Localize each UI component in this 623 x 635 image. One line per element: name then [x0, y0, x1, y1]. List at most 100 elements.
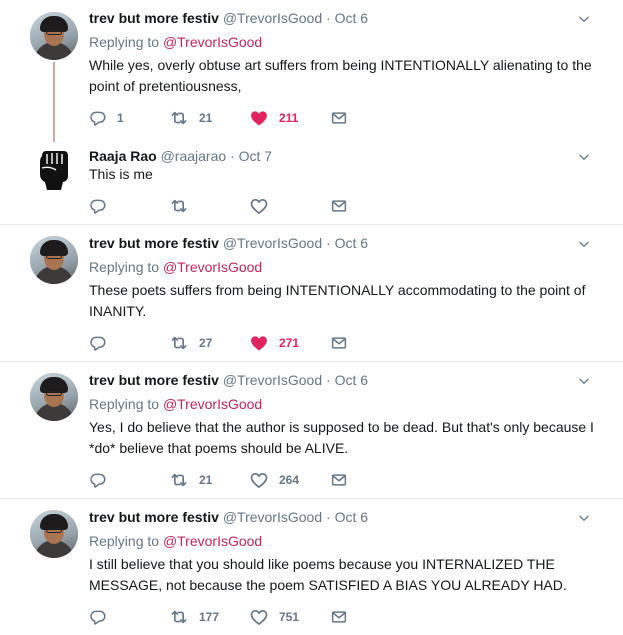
tweet-actions: 1 21 211	[89, 108, 389, 128]
replying-to: Replying to @TrevorIsGood	[89, 533, 262, 549]
direct-message-button[interactable]	[330, 333, 348, 353]
retweet-button[interactable]	[169, 196, 189, 216]
tweet-date[interactable]: Oct 6	[335, 235, 368, 251]
replying-handle-link[interactable]: @TrevorIsGood	[163, 396, 262, 412]
avatar[interactable]	[30, 12, 78, 60]
retweet-icon	[169, 607, 189, 627]
reply-button[interactable]	[89, 470, 107, 490]
like-count: 751	[279, 610, 300, 624]
tweet-text: These poets suffers from being INTENTION…	[89, 282, 586, 319]
heart-icon	[249, 108, 269, 128]
replying-label: Replying to	[89, 533, 163, 549]
chevron-down-icon[interactable]	[577, 511, 591, 525]
retweet-button[interactable]: 177	[169, 607, 219, 627]
retweet-icon	[169, 108, 189, 128]
replying-to: Replying to @TrevorIsGood	[89, 34, 262, 50]
tweet-header: trev but more festiv @TrevorIsGood · Oct…	[89, 10, 368, 26]
heart-icon	[249, 196, 269, 216]
tweet-text: This is me	[89, 166, 153, 182]
tweet-header: Raaja Rao @raajarao · Oct 7	[89, 148, 272, 164]
retweet-count: 177	[199, 610, 220, 624]
user-handle[interactable]: @TrevorIsGood	[223, 509, 322, 525]
like-button[interactable]: 751	[249, 607, 299, 627]
envelope-icon	[330, 608, 348, 626]
like-count: 211	[279, 111, 299, 125]
replying-label: Replying to	[89, 396, 163, 412]
retweet-count: 21	[199, 473, 213, 487]
tweet[interactable]: trev but more festiv @TrevorIsGood · Oct…	[0, 0, 623, 142]
tweet-text: While yes, overly obtuse art suffers fro…	[89, 57, 592, 94]
avatar[interactable]	[30, 510, 78, 558]
reply-icon	[89, 608, 107, 626]
tweet[interactable]: trev but more festiv @TrevorIsGood · Oct…	[0, 499, 623, 635]
separator-dot: ·	[226, 148, 239, 164]
tweet-actions: 27 271	[89, 333, 389, 353]
retweet-icon	[169, 196, 189, 216]
tweet-header: trev but more festiv @TrevorIsGood · Oct…	[89, 509, 368, 525]
tweet[interactable]: trev but more festiv @TrevorIsGood · Oct…	[0, 225, 623, 361]
chevron-down-icon[interactable]	[577, 374, 591, 388]
tweet[interactable]: trev but more festiv @TrevorIsGood · Oct…	[0, 362, 623, 498]
user-handle[interactable]: @raajarao	[161, 148, 227, 164]
tweet-date[interactable]: Oct 6	[335, 372, 368, 388]
display-name[interactable]: Raaja Rao	[89, 148, 157, 164]
avatar[interactable]	[30, 373, 78, 421]
reply-button[interactable]	[89, 607, 107, 627]
chevron-down-icon[interactable]	[577, 150, 591, 164]
like-button[interactable]	[249, 196, 269, 216]
reply-button[interactable]	[89, 333, 107, 353]
separator-dot: ·	[322, 10, 335, 26]
tweet-date[interactable]: Oct 7	[239, 148, 272, 164]
like-button[interactable]: 271	[249, 333, 299, 353]
tweet[interactable]: Raaja Rao @raajarao · Oct 7 This is me	[0, 142, 623, 224]
direct-message-button[interactable]	[330, 470, 348, 490]
retweet-icon	[169, 333, 189, 353]
reply-button[interactable]	[89, 196, 107, 216]
display-name[interactable]: trev but more festiv	[89, 372, 219, 388]
retweet-button[interactable]: 21	[169, 108, 212, 128]
display-name[interactable]: trev but more festiv	[89, 509, 219, 525]
avatar[interactable]	[30, 236, 78, 284]
reply-button[interactable]: 1	[89, 108, 124, 128]
chevron-down-icon[interactable]	[577, 237, 591, 251]
avatar[interactable]	[30, 146, 78, 194]
thread-connector	[53, 62, 55, 142]
retweet-button[interactable]: 27	[169, 333, 212, 353]
reply-icon	[89, 471, 107, 489]
envelope-icon	[330, 109, 348, 127]
direct-message-button[interactable]	[330, 607, 348, 627]
tweet-date[interactable]: Oct 6	[335, 509, 368, 525]
tweet-text: I still believe that you should like poe…	[89, 556, 567, 593]
user-handle[interactable]: @TrevorIsGood	[223, 372, 322, 388]
user-handle[interactable]: @TrevorIsGood	[223, 235, 322, 251]
tweet-actions	[89, 196, 389, 216]
chevron-down-icon[interactable]	[577, 12, 591, 26]
display-name[interactable]: trev but more festiv	[89, 235, 219, 251]
heart-icon	[249, 470, 269, 490]
heart-icon	[249, 333, 269, 353]
retweet-count: 21	[199, 111, 213, 125]
tweet-actions: 177 751	[89, 607, 389, 627]
replying-handle-link[interactable]: @TrevorIsGood	[163, 533, 262, 549]
tweet-header: trev but more festiv @TrevorIsGood · Oct…	[89, 235, 368, 251]
separator-dot: ·	[322, 509, 335, 525]
retweet-icon	[169, 470, 189, 490]
like-button[interactable]: 211	[249, 108, 298, 128]
replying-label: Replying to	[89, 34, 163, 50]
user-handle[interactable]: @TrevorIsGood	[223, 10, 322, 26]
tweet-header: trev but more festiv @TrevorIsGood · Oct…	[89, 372, 368, 388]
replying-handle-link[interactable]: @TrevorIsGood	[163, 34, 262, 50]
display-name[interactable]: trev but more festiv	[89, 10, 219, 26]
heart-icon	[249, 607, 269, 627]
reply-icon	[89, 109, 107, 127]
replying-handle-link[interactable]: @TrevorIsGood	[163, 259, 262, 275]
retweet-button[interactable]: 21	[169, 470, 212, 490]
separator-dot: ·	[322, 235, 335, 251]
like-button[interactable]: 264	[249, 470, 299, 490]
replying-label: Replying to	[89, 259, 163, 275]
replying-to: Replying to @TrevorIsGood	[89, 259, 262, 275]
direct-message-button[interactable]	[330, 196, 348, 216]
reply-icon	[89, 334, 107, 352]
tweet-date[interactable]: Oct 6	[335, 10, 368, 26]
direct-message-button[interactable]	[330, 108, 348, 128]
